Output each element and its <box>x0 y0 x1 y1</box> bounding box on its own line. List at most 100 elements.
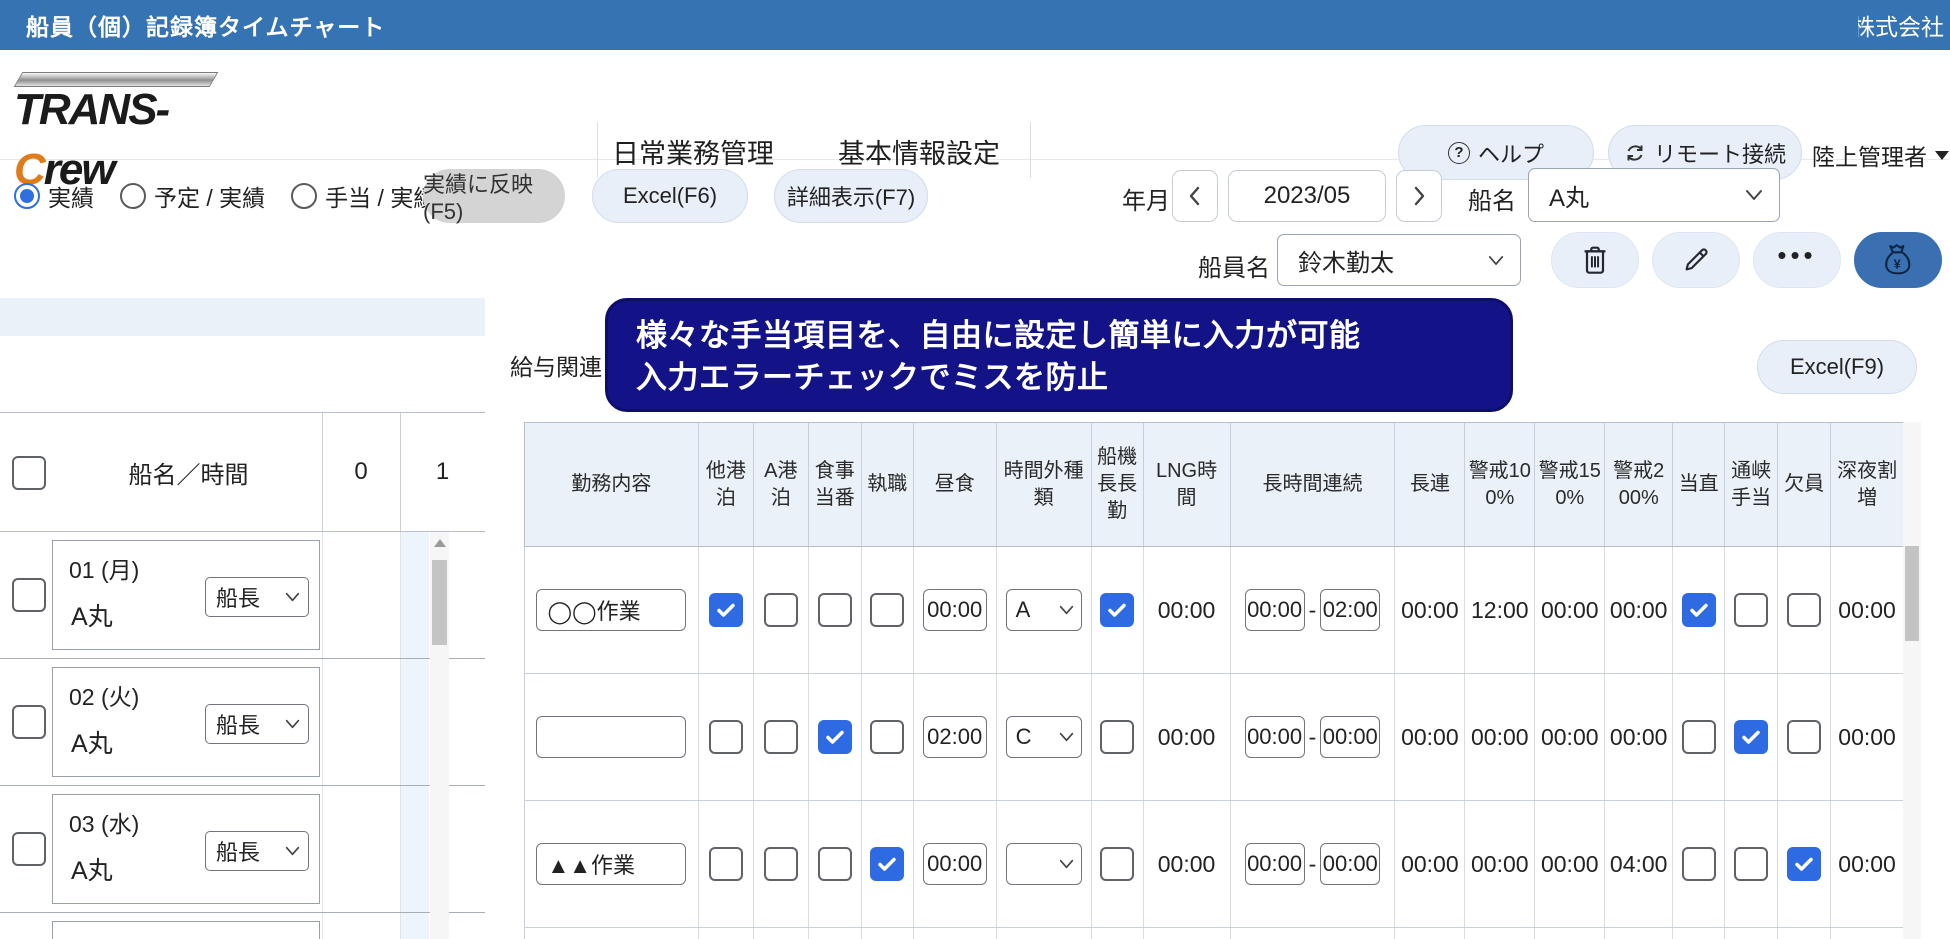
scrollbar-thumb[interactable] <box>432 560 447 645</box>
cell-a-port-stay <box>754 547 809 673</box>
shisshoku-checkbox-row1[interactable] <box>870 593 904 627</box>
overtime-type-select-row1[interactable]: A <box>1006 589 1082 631</box>
alert-150-value-row2: 00:00 <box>1541 724 1599 751</box>
lunch-input-row3[interactable] <box>923 843 987 885</box>
chevron-down-icon <box>1059 859 1074 869</box>
vacancy-checkbox-row3[interactable] <box>1787 847 1821 881</box>
scroll-up-button[interactable] <box>430 532 449 554</box>
role-select[interactable]: 船長 <box>205 577 309 617</box>
day-row <box>0 913 485 939</box>
day-date-label: 03 (水) <box>69 805 139 839</box>
watch-duty-checkbox-row2[interactable] <box>1682 720 1716 754</box>
ship-engineer-long-duty-checkbox-row2[interactable] <box>1100 720 1134 754</box>
more-options-button[interactable]: ••• <box>1753 232 1841 288</box>
ship-engineer-long-duty-checkbox-row1[interactable] <box>1100 593 1134 627</box>
other-port-stay-checkbox-row1[interactable] <box>709 593 743 627</box>
cell-ship-engineer-long-duty <box>1092 674 1144 800</box>
next-month-button[interactable] <box>1396 170 1442 222</box>
day-date-label: 01 (月) <box>69 551 139 585</box>
cell-long-continuous: - <box>1231 674 1396 800</box>
watch-duty-checkbox-row3[interactable] <box>1682 847 1716 881</box>
other-port-stay-checkbox-row3[interactable] <box>709 847 743 881</box>
long-continuous-end-input-row3[interactable] <box>1320 843 1380 885</box>
day-card: 01 (月) A丸 船長 <box>52 540 320 650</box>
radio-circle-icon <box>291 183 317 209</box>
long-continuous-start-input-row3[interactable] <box>1245 843 1305 885</box>
work-content-input-row1[interactable] <box>536 589 686 631</box>
page-title: 船員（個）記録簿タイムチャート <box>0 8 385 42</box>
salary-mode-button[interactable]: ¥ <box>1854 232 1942 288</box>
role-select[interactable]: 船長 <box>205 831 309 871</box>
allowance-row <box>525 928 1903 939</box>
cell-late-night-premium: 00:00 <box>1831 547 1903 673</box>
strait-allowance-checkbox-row3[interactable] <box>1734 847 1768 881</box>
vacancy-checkbox-row2[interactable] <box>1787 720 1821 754</box>
ship-engineer-long-duty-checkbox-row3[interactable] <box>1100 847 1134 881</box>
cell-lng-time: 00:00 <box>1144 674 1231 800</box>
yearmonth-input[interactable]: 2023/05 <box>1228 170 1386 222</box>
view-mode-radio-2[interactable]: 予定 / 実績 <box>120 179 265 213</box>
cell-meal-duty <box>809 674 862 800</box>
left-panel-scrollbar[interactable] <box>430 532 449 939</box>
view-mode-radio-1[interactable]: 実績 <box>14 179 94 213</box>
edit-button[interactable] <box>1652 232 1740 288</box>
allowance-table-body: A00:00-00:0012:0000:0000:0000:00C00:00-0… <box>524 547 1904 939</box>
col-header-lunch: 昼食 <box>914 423 997 546</box>
title-bar: 船員（個）記録簿タイムチャート 株式会社 <box>0 0 1950 50</box>
cell-strait-allowance <box>1725 928 1778 939</box>
strait-allowance-checkbox-row2[interactable] <box>1734 720 1768 754</box>
other-port-stay-checkbox-row2[interactable] <box>709 720 743 754</box>
ship-name-label: A丸 <box>71 597 113 633</box>
role-value: 船長 <box>216 708 260 740</box>
a-port-stay-checkbox-row1[interactable] <box>764 593 798 627</box>
day-row-checkbox[interactable] <box>12 832 46 866</box>
prev-month-button[interactable] <box>1172 170 1218 222</box>
overtime-type-select-row3[interactable] <box>1006 843 1082 885</box>
long-continuous-start-input-row1[interactable] <box>1245 589 1305 631</box>
meal-duty-checkbox-row3[interactable] <box>818 847 852 881</box>
lunch-input-row1[interactable] <box>923 589 987 631</box>
work-content-input-row3[interactable] <box>536 843 686 885</box>
long-continuous-end-input-row1[interactable] <box>1320 589 1380 631</box>
cell-overtime-type <box>997 801 1092 927</box>
cell-watch-duty <box>1673 547 1725 673</box>
meal-duty-checkbox-row1[interactable] <box>818 593 852 627</box>
check-icon <box>1792 852 1816 876</box>
scrollbar-thumb[interactable] <box>1905 546 1919 641</box>
day-row-checkbox[interactable] <box>12 705 46 739</box>
delete-button[interactable] <box>1551 232 1639 288</box>
chevron-down-icon <box>1745 189 1763 201</box>
strait-allowance-checkbox-row1[interactable] <box>1734 593 1768 627</box>
reflect-actuals-button[interactable]: 実績に反映(F5) <box>423 169 565 223</box>
crew-name-select[interactable]: 鈴木勤太 <box>1277 234 1521 286</box>
a-port-stay-checkbox-row2[interactable] <box>764 720 798 754</box>
cell-meal-duty <box>809 801 862 927</box>
long-continuous-start-input-row2[interactable] <box>1245 716 1305 758</box>
day-row-checkbox[interactable] <box>12 578 46 612</box>
chevron-down-icon <box>1059 732 1074 742</box>
allowance-table-header: 勤務内容他港泊A港泊食事当番執職昼食時間外種類船機長長勤LNG時間長時間連続長連… <box>524 422 1904 547</box>
cell-alert-200: 00:00 <box>1605 674 1673 800</box>
detail-view-button[interactable]: 詳細表示(F7) <box>774 169 928 223</box>
ship-select[interactable]: A丸 <box>1528 168 1780 222</box>
shisshoku-checkbox-row2[interactable] <box>870 720 904 754</box>
shisshoku-checkbox-row3[interactable] <box>870 847 904 881</box>
lunch-input-row2[interactable] <box>923 716 987 758</box>
check-icon <box>714 598 738 622</box>
a-port-stay-checkbox-row3[interactable] <box>764 847 798 881</box>
cell-long-run: 00:00 <box>1395 801 1465 927</box>
long-continuous-end-input-row2[interactable] <box>1320 716 1380 758</box>
role-select[interactable]: 船長 <box>205 704 309 744</box>
watch-duty-checkbox-row1[interactable] <box>1682 593 1716 627</box>
allowance-table-scrollbar[interactable] <box>1903 422 1921 939</box>
select-all-checkbox[interactable] <box>12 456 46 490</box>
meal-duty-checkbox-row2[interactable] <box>818 720 852 754</box>
alert-200-value-row2: 00:00 <box>1610 724 1668 751</box>
view-mode-radio-3[interactable]: 手当 / 実績 <box>291 179 436 213</box>
overtime-type-select-row2[interactable]: C <box>1006 716 1082 758</box>
excel-f9-button[interactable]: Excel(F9) <box>1757 340 1917 394</box>
vacancy-checkbox-row1[interactable] <box>1787 593 1821 627</box>
excel-f6-button[interactable]: Excel(F6) <box>592 169 748 223</box>
cell-lunch <box>914 928 997 939</box>
work-content-input-row2[interactable] <box>536 716 686 758</box>
